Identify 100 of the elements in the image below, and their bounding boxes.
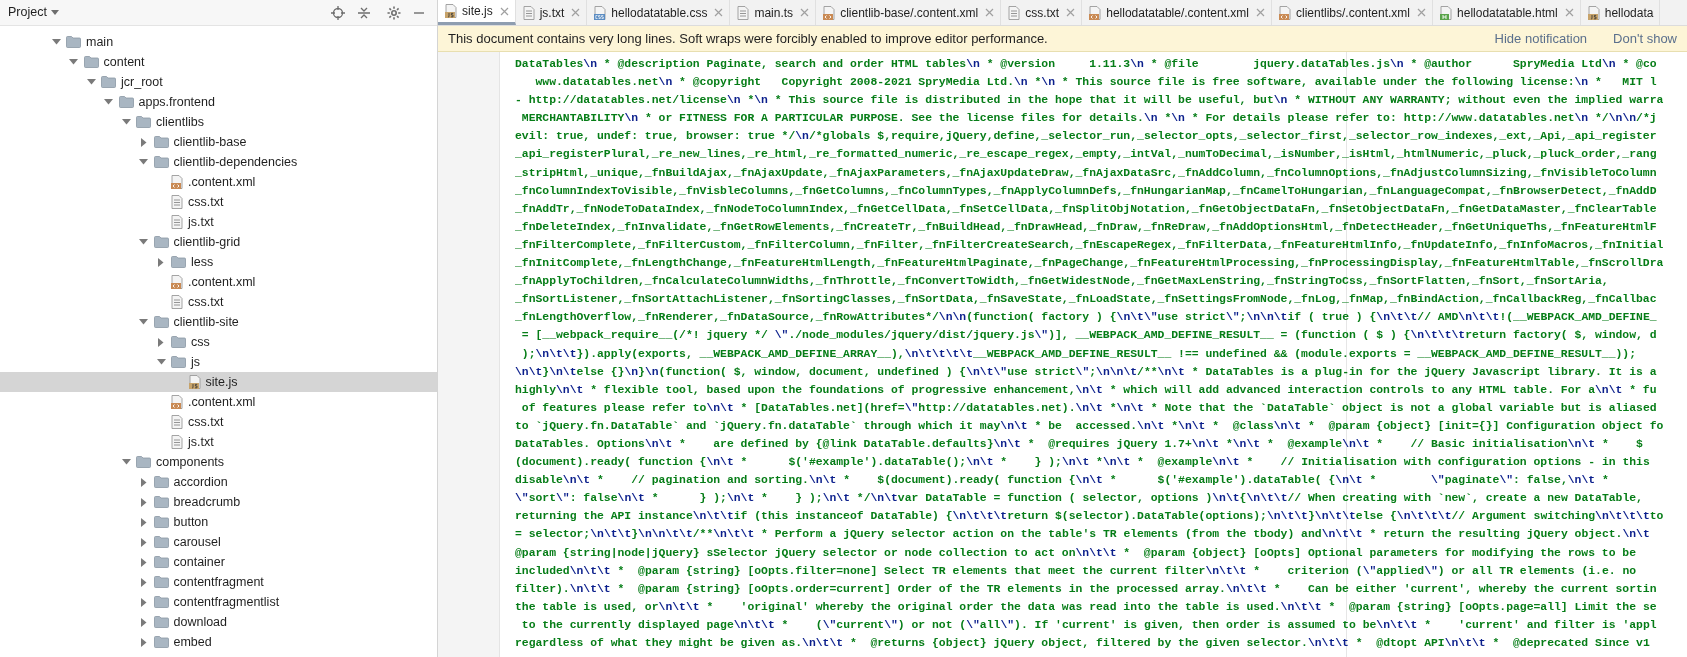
chevron-down-icon[interactable] xyxy=(104,99,113,105)
code-line: \n\t}\n\telse {}\n}\n(function( $, window, document, undefined ) {\n\t\"use strict\";\n\n\t/**\n\t * DataTables is a plug-in for the jQuery Javascript library. It is a xyxy=(515,364,1658,380)
code-line: _fnLengthOverflow,_fnRenderer,_fnDataSource,_fnRowAttributes*/\n\n(function( factory ) {\n\t\"use strict\";\n\n\tif ( true ) {\n\t\t// AMD\n\t\t!(__WEBPACK_AMD_DEFINE_ xyxy=(515,310,1658,326)
editor-tab[interactable]: css.txt xyxy=(1001,0,1083,25)
editor-tab[interactable]: hellodatatable.html xyxy=(1433,0,1581,25)
collapse-all-icon[interactable] xyxy=(357,5,371,20)
tree-item[interactable]: js.txt xyxy=(0,432,437,452)
chevron-down-icon[interactable] xyxy=(139,159,148,165)
tree-item[interactable]: carousel xyxy=(0,532,437,552)
folder-icon xyxy=(153,636,169,648)
editor-tab[interactable]: js.txt xyxy=(515,0,588,25)
tree-item[interactable]: css.txt xyxy=(0,292,437,312)
chevron-right-icon[interactable] xyxy=(158,337,164,347)
tree-item[interactable]: jcr_root xyxy=(0,72,437,92)
code-line: - http://datatables.net/license\n *\n * This source file is distributed in the hope that it will be useful, but\n * WITHOUT ANY WARRANTY; without even the implied warra xyxy=(515,93,1665,109)
notification-message: This document contains very long lines. Soft wraps were forcibly enabled to improve editor performance. xyxy=(448,29,1048,48)
folder-icon xyxy=(153,476,169,488)
folder-icon xyxy=(153,536,169,548)
tree-item[interactable]: css xyxy=(0,332,437,352)
folder-icon xyxy=(136,116,151,128)
close-icon[interactable] xyxy=(800,8,810,17)
tree-item[interactable]: contentfragmentlist xyxy=(0,592,437,612)
code-line: = selector;\n\t\t}\n\n\t\t/**\n\t\t * Perform a jQuery selector action on the table's TR elements (from the tbody) and\n\t\t * return the resulting jQuery object.\n\t xyxy=(515,527,1651,543)
tree-item[interactable]: contentfragment xyxy=(0,572,437,592)
close-icon[interactable] xyxy=(1417,8,1427,17)
close-icon[interactable] xyxy=(1066,8,1076,17)
code-line: _fnDeleteIndex,_fnInvalidate,_fnGetRowElements,_fnCreateTr,_fnBuildHead,_fnDrawHead,_fnDraw,_fnReDraw,_fnAddOptionsHtml,_fnDetectHeader,_fnGetUniqueThs,_fnFeatureHtmlF xyxy=(515,219,1658,235)
code-line: highly\n\t * flexible tool, based upon the foundations of progressive enhancement,\n\t * which will add advanced interaction controls to any HTML table. For a\n\t * fu xyxy=(515,382,1658,398)
caret-icon[interactable] xyxy=(50,9,59,16)
folder-icon xyxy=(153,496,169,508)
chevron-down-icon[interactable] xyxy=(69,59,78,65)
editor-tab[interactable]: hellodata xyxy=(1580,0,1661,25)
chevron-down-icon[interactable] xyxy=(156,359,166,365)
chevron-right-icon[interactable] xyxy=(158,257,164,267)
editor-tab[interactable]: hellodatatable/.content.xml xyxy=(1082,0,1272,25)
folder-icon xyxy=(153,136,169,148)
tree-item[interactable]: js.txt xyxy=(0,212,437,232)
folder-icon xyxy=(101,76,116,88)
chevron-down-icon[interactable] xyxy=(121,119,131,125)
tree-item[interactable]: breadcrumb xyxy=(0,492,437,512)
tree-item[interactable]: embed xyxy=(0,632,437,652)
tree-item[interactable]: .content.xml xyxy=(0,172,437,192)
close-icon[interactable] xyxy=(985,8,995,17)
notification-link[interactable]: Hide notification xyxy=(1494,28,1588,49)
tree-item[interactable]: js xyxy=(0,352,437,372)
tree-item[interactable]: clientlib-dependencies xyxy=(0,152,437,172)
chevron-down-icon[interactable] xyxy=(139,239,148,245)
code-line: _api_registerPlural,_re_new_lines,_re_html,_re_formatted_numeric,_re_escape_regex,_empty,_intVal,_numToDecimal,_isNumber,_isHtml,_htmlNumeric,_pluck,_pluck_order,_rang xyxy=(515,147,1658,163)
tree-item[interactable]: content xyxy=(0,52,437,72)
text-file-icon xyxy=(171,415,183,429)
tree-item[interactable]: .content.xml xyxy=(0,392,437,412)
crosshair-icon[interactable] xyxy=(331,5,345,20)
tree-item[interactable]: components xyxy=(0,452,437,472)
tree-item[interactable]: css.txt xyxy=(0,192,437,212)
js-file-icon xyxy=(1587,5,1600,20)
code-line: of features please refer to\n\t * [DataTables.net](href=\"http://datatables.net).\n\t *\n\t * Note that the `DataTable` object is not a global variable but is aliased xyxy=(520,400,1658,416)
code-line: _stripHtml,_unique,_fnBuildAjax,_fnAjaxUpdate,_fnAjaxParameters,_fnAjaxUpdateDraw,_fnAjaxDataSrc,_fnAddColumn,_fnColumnOptions,_fnAdjustColumnSizing,_fnVisibleToColumn xyxy=(515,165,1658,181)
text-file-icon xyxy=(171,195,183,209)
chevron-right-icon[interactable] xyxy=(140,137,147,147)
code-line: );\n\t\t}).apply(exports, __WEBPACK_AMD_DEFINE_ARRAY__),\n\t\t\t\t__WEBPACK_AMD_DEFINE_RESULT__ !== undefined && (module.exports = __WEBPACK_AMD_DEFINE_RESULT__)); xyxy=(520,346,1638,362)
tree-item[interactable]: button xyxy=(0,512,437,532)
tree-item[interactable]: site.js xyxy=(0,372,437,392)
close-icon[interactable] xyxy=(571,8,581,17)
notification-link[interactable]: Don't show xyxy=(1613,28,1677,49)
tree-item[interactable]: download xyxy=(0,612,437,632)
folder-icon xyxy=(171,336,186,348)
xml-file-icon xyxy=(171,175,183,189)
tree-item[interactable]: css.txt xyxy=(0,412,437,432)
editor-tab[interactable]: clientlibs/.content.xml xyxy=(1272,0,1434,25)
close-icon[interactable] xyxy=(499,6,509,16)
chevron-down-icon[interactable] xyxy=(51,39,61,45)
tree-item[interactable]: clientlib-site xyxy=(0,312,437,332)
tree-item[interactable]: container xyxy=(0,552,437,572)
tree-item[interactable]: .content.xml xyxy=(0,272,437,292)
tree-item[interactable]: main xyxy=(0,32,437,52)
code-line: to `jQuery.fn.DataTable` and `jQuery.fn.dataTable` through which it may\n\t * be accessed.\n\t *\n\t * @class\n\t * @param {object} [init={}] Configuration object fo xyxy=(515,418,1665,434)
chevron-down-icon[interactable] xyxy=(86,79,96,85)
editor-tab[interactable]: clientlib-base/.content.xml xyxy=(816,0,1002,25)
folder-icon xyxy=(153,316,169,328)
editor-tab[interactable]: site.js xyxy=(438,0,516,25)
chevron-down-icon[interactable] xyxy=(121,459,131,465)
code-line: www.datatables.net\n * @copyright Copyright 2008-2021 SpryMedia Ltd.\n *\n * This source file is free software, available under the following license:\n * MIT l xyxy=(534,75,1658,91)
text-file-icon xyxy=(171,295,183,309)
editor-tab[interactable]: hellodatatable.css xyxy=(587,0,731,25)
close-icon[interactable] xyxy=(714,8,724,17)
close-icon[interactable] xyxy=(1256,8,1265,17)
close-icon[interactable] xyxy=(1564,8,1574,17)
tree-item[interactable]: clientlib-base xyxy=(0,132,437,152)
chevron-down-icon[interactable] xyxy=(139,319,148,325)
editor-tab[interactable]: main.ts xyxy=(730,0,817,25)
tree-item[interactable]: less xyxy=(0,252,437,272)
tree-item[interactable]: clientlib-grid xyxy=(0,232,437,252)
code-line: DataTables\n * @description Paginate, search and order HTML tables\n * @version 1.11.3\n * @file jquery.dataTables.js\n * @author SpryMedia Ltd\n * @co xyxy=(515,57,1658,72)
tree-item[interactable]: accordion xyxy=(0,472,437,492)
tree-item[interactable]: clientlibs xyxy=(0,112,437,132)
folder-icon xyxy=(153,616,169,628)
code-line: _fnApplyToChildren,_fnCalculateColumnWidths,_fnThrottle,_fnConvertToWidth,_fnGetWidestNode,_fnGetMaxLenString,_fnStringToCss,_fnSortFlatten,_fnSort,_fnSortAria, xyxy=(515,274,1610,290)
code-line: _fnInitComplete,_fnLengthChange,_fnFeatureHtmlLength,_fnFeatureHtmlPaginate,_fnPageChange,_fnFeatureHtmlProcessing,_fnProcessingDisplay,_fnFeatureHtmlTable,_fnScrollDra xyxy=(515,256,1665,272)
settings-icon[interactable] xyxy=(387,5,401,20)
tree-item[interactable]: apps.frontend xyxy=(0,92,437,112)
